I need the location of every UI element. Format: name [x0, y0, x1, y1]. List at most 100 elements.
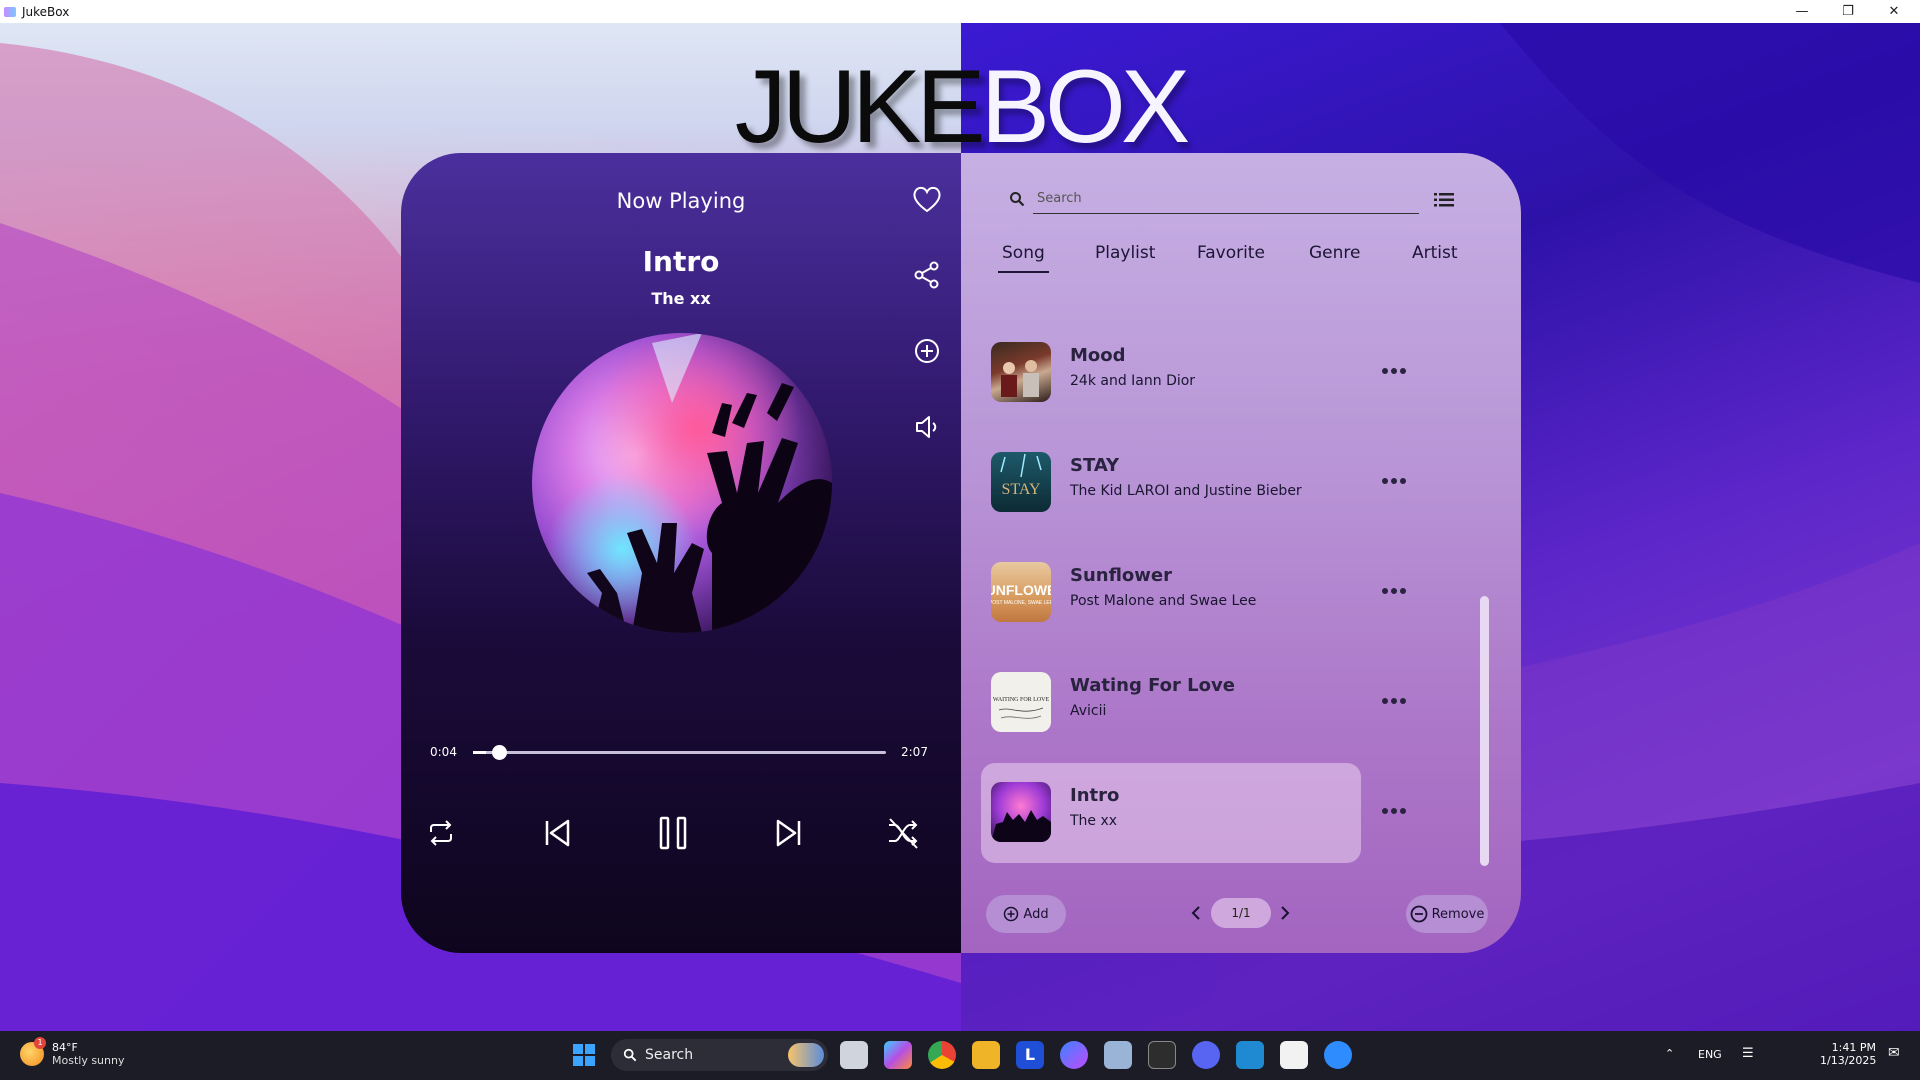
time-text: 1:41 PM	[1831, 1041, 1876, 1054]
plus-circle-icon	[915, 339, 939, 363]
speaker-icon	[916, 416, 937, 438]
photos-icon[interactable]	[1104, 1041, 1132, 1069]
l-app-icon[interactable]: L	[1016, 1041, 1044, 1069]
minimize-button[interactable]: —	[1779, 0, 1825, 23]
song-artist: Post Malone and Swae Lee	[1070, 593, 1257, 609]
remove-song-button[interactable]: Remove	[1406, 895, 1488, 933]
window-title-bar: JukeBox — ❐ ✕	[0, 0, 1920, 23]
favorite-button[interactable]	[909, 181, 945, 217]
clock[interactable]: 1:41 PM 1/13/2025	[1820, 1041, 1876, 1067]
chrome-icon[interactable]	[928, 1041, 956, 1069]
volume-button[interactable]	[909, 409, 945, 445]
more-options-button[interactable]	[1377, 361, 1411, 381]
song-row[interactable]: WAITING FOR LOVE Wating For Love Avicii	[981, 653, 1406, 753]
progress-fill	[473, 751, 487, 754]
share-icon	[914, 261, 939, 289]
minus-circle-icon	[1410, 905, 1428, 923]
elapsed-time: 0:04	[430, 745, 457, 759]
song-title: Mood	[1070, 345, 1126, 366]
album-thumbnail	[991, 342, 1051, 402]
song-row[interactable]: Mood 24k and Iann Dior	[981, 323, 1406, 423]
copilot-icon[interactable]	[884, 1041, 912, 1069]
now-playing-panel: Now Playing Intro The xx 0:04 2:07	[401, 153, 961, 953]
next-button[interactable]	[767, 811, 811, 855]
task-view-icon[interactable]	[840, 1041, 868, 1069]
progress-handle[interactable]	[492, 745, 508, 760]
zalo-icon[interactable]	[1324, 1041, 1352, 1069]
next-page-icon[interactable]	[1279, 905, 1291, 921]
shuffle-button[interactable]	[881, 811, 925, 855]
song-list-scrollbar[interactable]	[1480, 596, 1489, 866]
previous-button[interactable]	[535, 811, 579, 855]
heart-icon	[913, 186, 941, 213]
song-title: Wating For Love	[1070, 675, 1235, 696]
list-view-icon[interactable]	[1434, 192, 1454, 208]
messenger-icon[interactable]	[1060, 1041, 1088, 1069]
album-thumbnail: UNFLOWE POST MALONE, SWAE LEE	[991, 562, 1051, 622]
album-thumbnail	[991, 782, 1051, 842]
pause-button[interactable]	[651, 811, 695, 855]
repeat-button[interactable]	[419, 811, 463, 855]
more-options-button[interactable]	[1377, 581, 1411, 601]
more-options-button[interactable]	[1377, 801, 1411, 821]
song-row[interactable]: UNFLOWE POST MALONE, SWAE LEE Sunflower P…	[981, 543, 1406, 643]
album-thumbnail: WAITING FOR LOVE	[991, 672, 1051, 732]
repeat-icon	[430, 820, 452, 846]
windows-taskbar: 84°F Mostly sunny 1 Search L ⌃ ENG ☰ 1:4…	[0, 1031, 1920, 1080]
add-song-button[interactable]: Add	[986, 895, 1066, 933]
window-title: JukeBox	[22, 4, 70, 19]
album-thumbnail: STAY	[991, 452, 1051, 512]
library-panel: Song Playlist Favorite Genre Artist Mood…	[961, 153, 1521, 953]
more-options-button[interactable]	[1377, 691, 1411, 711]
page-indicator: 1/1	[1211, 898, 1271, 928]
song-title: Sunflower	[1070, 565, 1173, 586]
song-row-selected[interactable]: Intro The xx	[981, 763, 1406, 863]
share-button[interactable]	[909, 257, 945, 293]
close-button[interactable]: ✕	[1871, 0, 1917, 23]
more-options-button[interactable]	[1377, 471, 1411, 491]
progress-slider[interactable]	[473, 745, 886, 760]
song-row[interactable]: STAY STAY The Kid LAROI and Justine Bieb…	[981, 433, 1406, 533]
shuffle-off-icon	[889, 818, 918, 849]
search-input[interactable]	[1037, 187, 1407, 209]
title-box: BOX	[980, 49, 1191, 165]
weather-desc: Mostly sunny	[52, 1054, 125, 1067]
discord-icon[interactable]	[1192, 1041, 1220, 1069]
weather-badge: 1	[34, 1037, 46, 1049]
restore-button[interactable]: ❐	[1825, 0, 1871, 23]
total-duration: 2:07	[901, 745, 928, 759]
search-bar	[1003, 183, 1454, 217]
start-button[interactable]	[573, 1044, 595, 1066]
network-sound-battery-icons[interactable]: ☰	[1742, 1046, 1754, 1061]
song-title: STAY	[1070, 455, 1120, 476]
tab-song[interactable]: Song	[998, 243, 1049, 273]
svg-text:STAY: STAY	[1001, 481, 1040, 498]
previous-page-icon[interactable]	[1190, 905, 1202, 921]
now-playing-label: Now Playing	[616, 189, 746, 213]
taskbar-search[interactable]: Search	[611, 1039, 828, 1071]
song-artist: The xx	[1070, 813, 1118, 829]
language-indicator[interactable]: ENG	[1698, 1048, 1722, 1061]
add-to-playlist-button[interactable]	[909, 333, 945, 369]
tab-playlist[interactable]: Playlist	[1095, 243, 1155, 263]
song-artist: 24k and Iann Dior	[1070, 373, 1196, 389]
date-text: 1/13/2025	[1820, 1054, 1877, 1067]
svg-text:UNFLOWE: UNFLOWE	[991, 582, 1051, 598]
add-label: Add	[1023, 906, 1049, 922]
vscode-icon[interactable]	[1236, 1041, 1264, 1069]
remove-label: Remove	[1431, 906, 1485, 922]
notification-bell-icon[interactable]: ✉	[1888, 1045, 1900, 1061]
app-icon	[4, 6, 16, 17]
show-hidden-icons[interactable]: ⌃	[1665, 1047, 1674, 1060]
tab-artist[interactable]: Artist	[1412, 243, 1458, 263]
skip-next-icon	[776, 819, 801, 847]
tab-genre[interactable]: Genre	[1309, 243, 1360, 263]
jukebox-app-icon[interactable]	[1280, 1041, 1308, 1069]
pause-icon	[659, 816, 687, 850]
terminal-icon[interactable]	[1148, 1041, 1176, 1069]
skip-previous-icon	[545, 819, 570, 847]
file-explorer-icon[interactable]	[972, 1041, 1000, 1069]
plus-circle-icon	[1004, 906, 1019, 922]
tab-favorite[interactable]: Favorite	[1197, 243, 1265, 263]
current-song-title: Intro	[642, 245, 720, 278]
